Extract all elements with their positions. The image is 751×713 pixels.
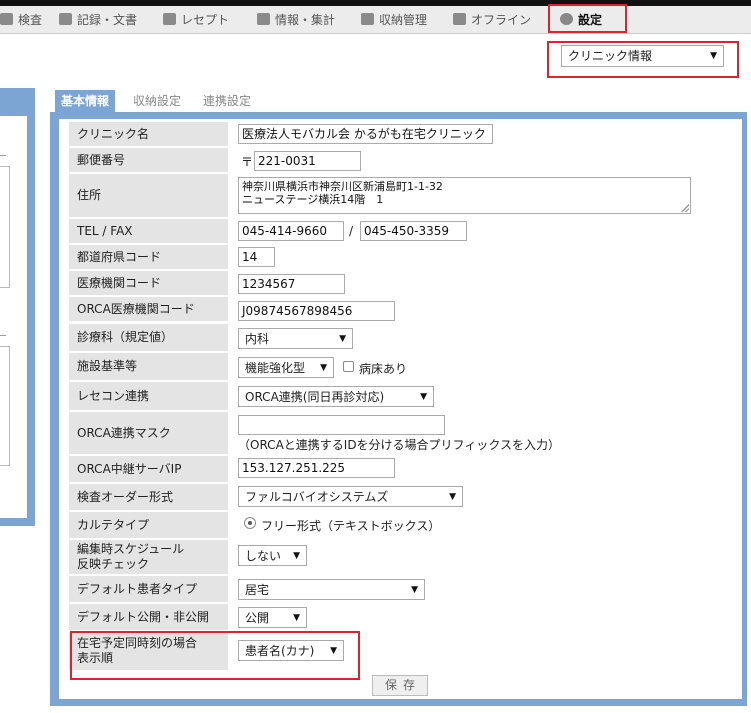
label-facility-standard: 施設基準等 [69, 353, 228, 380]
label-postal-code: 郵便番号 [69, 148, 228, 172]
address-field[interactable]: 神奈川県横浜市神奈川区新浦島町1-1-32 ニューステージ横浜14階 1 [238, 177, 691, 214]
orca-mask-field[interactable] [238, 415, 445, 435]
orca-institution-code-field[interactable]: J09874567898456 [238, 301, 395, 321]
nav-item-statistics[interactable]: 情報・集計 [257, 6, 335, 34]
orca-relay-ip-field[interactable]: 153.127.251.225 [238, 458, 395, 478]
chevron-down-icon: ▼ [293, 551, 300, 561]
label-orca-institution-code: ORCA医療機関コード [69, 297, 228, 321]
tab-payment-settings[interactable]: 収納設定 [127, 90, 187, 112]
tel-fax-separator: / [349, 224, 354, 238]
receipt-icon [163, 13, 176, 25]
main-nav: 検査 記録・文書 レセプト 情報・集計 収納管理 オフライン 設定 [0, 6, 751, 34]
label-default-patient-type: デフォルト患者タイプ [69, 576, 228, 602]
facility-standard-select[interactable]: 機能強化型 ▼ [238, 357, 334, 378]
chevron-down-icon: ▼ [449, 492, 456, 502]
test-icon [0, 13, 13, 25]
settings-highlight-box [548, 4, 627, 33]
chevron-down-icon: ▼ [320, 363, 327, 373]
prefecture-code-field[interactable]: 14 [238, 247, 275, 267]
document-icon [59, 13, 72, 25]
chevron-down-icon: ▼ [420, 392, 427, 402]
chevron-down-icon: ▼ [411, 585, 418, 595]
orca-mask-hint: （ORCAと連携するIDを分ける場合プリフィックスを入力） [238, 438, 560, 452]
chart-type-radio[interactable] [244, 517, 256, 529]
statistics-icon [257, 13, 270, 25]
label-clinic-name: クリニック名 [69, 122, 228, 146]
nav-item-offline[interactable]: オフライン [453, 6, 531, 34]
nav-item-receipt[interactable]: レセプト [163, 6, 229, 34]
rececon-select[interactable]: ORCA連携(同日再診対応) ▼ [238, 386, 434, 407]
clinic-name-field[interactable]: 医療法人モバカル会 かるがも在宅クリニック [238, 124, 493, 144]
label-schedule-check: 編集時スケジュール 反映チェック [69, 540, 228, 574]
tab-basic-info[interactable]: 基本情報 [55, 90, 116, 112]
label-chart-type: カルテタイプ [69, 512, 228, 538]
label-institution-code: 医療機関コード [69, 271, 228, 295]
label-exam-order: 検査オーダー形式 [69, 484, 228, 510]
nav-item-documents[interactable]: 記録・文書 [59, 6, 137, 34]
left-panel-content [0, 116, 27, 518]
label-default-visibility: デフォルト公開・非公開 [69, 604, 228, 630]
resize-handle-icon[interactable] [681, 204, 689, 212]
beds-checkbox[interactable] [343, 361, 354, 372]
left-panel-box-2 [0, 346, 10, 466]
label-prefecture-code: 都道府県コード [69, 245, 228, 269]
tel-field[interactable]: 045-414-9660 [238, 221, 344, 241]
institution-code-field[interactable]: 1234567 [238, 274, 345, 294]
display-order-highlight-box [70, 631, 360, 680]
department-select[interactable]: 内科 ▼ [238, 328, 353, 349]
tab-integration-settings[interactable]: 連携設定 [197, 90, 257, 112]
schedule-check-select[interactable]: しない ▼ [238, 545, 307, 566]
label-address: 住所 [69, 174, 228, 217]
clinic-select-highlight-box [547, 41, 739, 78]
fax-field[interactable]: 045-450-3359 [360, 221, 467, 241]
label-orca-relay-ip: ORCA中継サーバIP [69, 456, 228, 482]
chart-type-radio-label: フリー形式（テキストボックス） [261, 519, 441, 533]
label-orca-mask: ORCA連携マスク [69, 412, 228, 454]
label-department: 診療科（規定値） [69, 324, 228, 351]
exam-order-select[interactable]: ファルコバイオシステムズ ▼ [238, 486, 463, 507]
default-visibility-select[interactable]: 公開 ▼ [238, 607, 307, 628]
nav-item-test[interactable]: 検査 [0, 6, 42, 34]
postal-code-field[interactable]: 221-0031 [254, 151, 361, 171]
left-panel-box-1 [0, 166, 10, 288]
beds-checkbox-label: 病床あり [359, 362, 408, 376]
payment-icon [361, 13, 374, 25]
label-rececon: レセコン連携 [69, 382, 228, 410]
postal-mark: 〒 [241, 155, 254, 169]
nav-item-payment[interactable]: 収納管理 [361, 6, 427, 34]
offline-icon [453, 13, 466, 25]
chevron-down-icon: ▼ [293, 613, 300, 623]
label-tel-fax: TEL / FAX [69, 219, 228, 243]
chevron-down-icon: ▼ [339, 334, 346, 344]
default-patient-type-select[interactable]: 居宅 ▼ [238, 579, 425, 600]
save-button[interactable]: 保存 [372, 675, 428, 696]
